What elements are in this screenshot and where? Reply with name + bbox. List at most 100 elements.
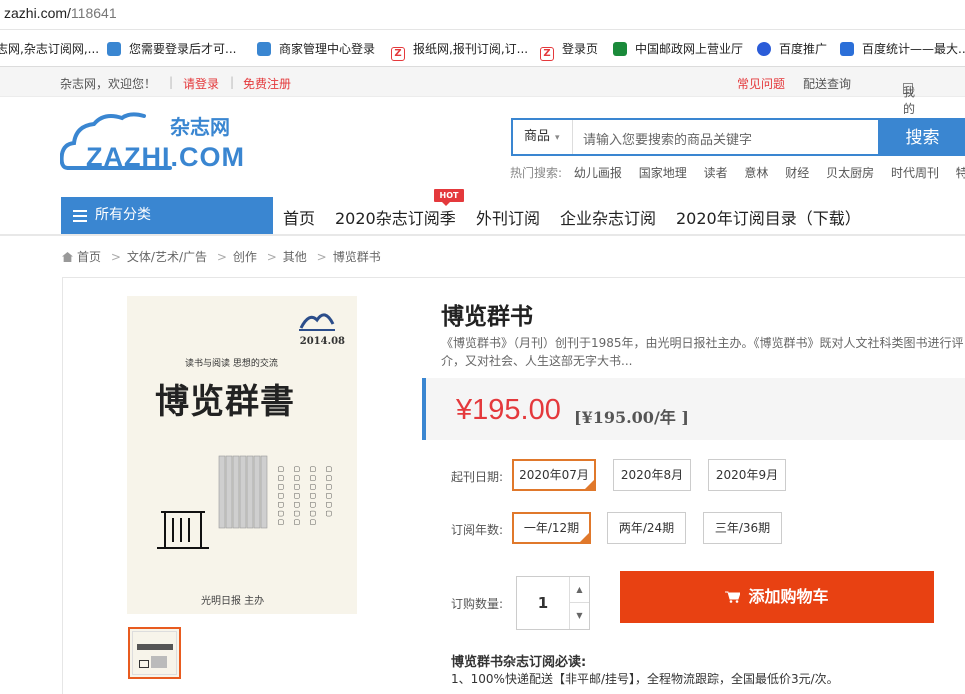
bookmark-baidu-stats[interactable]: 百度统计——最大... bbox=[840, 31, 965, 66]
quantity-stepper: 1 ▲ ▼ bbox=[516, 576, 590, 630]
z-logo-icon: Z bbox=[391, 47, 405, 61]
register-link[interactable]: 免费注册 bbox=[243, 75, 291, 92]
hot-searches: 热门搜索: 幼儿画报 国家地理 读者 意林 财经 贝太厨房 时代周刊 特别关注 bbox=[510, 164, 965, 181]
term-option-2yr[interactable]: 两年/24期 bbox=[607, 512, 686, 544]
nav-catalog-download[interactable]: 2020年订阅目录（下载） bbox=[676, 205, 861, 229]
hot-badge: HOT bbox=[434, 189, 464, 206]
cloud-logo-icon: 杂志网 ZAZHI.COM bbox=[59, 112, 245, 172]
breadcrumb-home[interactable]: 首页 bbox=[77, 250, 101, 264]
notice-item: 1、100%快递配送【非平邮/挂号】，全程物流跟踪，全国最低价3元/次。 bbox=[451, 672, 839, 686]
cover-title: 博览群書 bbox=[155, 382, 295, 422]
site-logo[interactable]: 杂志网 ZAZHI.COM bbox=[59, 110, 260, 176]
nav-foreign-magazines[interactable]: 外刊订阅 bbox=[476, 205, 540, 229]
svg-text:▢ ▢ ▢ ▢ ▢ ▢: ▢ ▢ ▢ ▢ ▢ ▢ bbox=[325, 466, 333, 517]
cover-illustration: ▢ ▢ ▢ ▢ ▢ ▢ ▢ ▢ ▢ ▢ ▢ ▢ ▢ ▢ ▢ ▢ ▢ ▢ ▢ ▢ … bbox=[157, 455, 333, 549]
url-text[interactable]: zazhi.com/118641 bbox=[4, 5, 117, 21]
bookmark-login-required[interactable]: 您需要登录后才可... bbox=[107, 31, 236, 66]
hot-keyword[interactable]: 特别关注 bbox=[956, 166, 965, 180]
top-utility-bar: 杂志网，欢迎您！ | 请登录 | 免费注册 常见问题 配送查询 我的订单 bbox=[0, 67, 965, 150]
delivery-link[interactable]: 配送查询 bbox=[803, 75, 851, 92]
bookmark-newspaper[interactable]: Z 报纸网,报刊订阅,订... bbox=[391, 31, 528, 66]
thumbnail-image bbox=[132, 631, 177, 675]
price-per-year: [¥195.00/年 ] bbox=[574, 408, 689, 427]
start-date-label: 起刊日期: bbox=[451, 470, 504, 484]
login-link[interactable]: 请登录 bbox=[183, 75, 219, 92]
chevron-right-icon: > bbox=[316, 250, 327, 264]
term-label: 订阅年数: bbox=[451, 523, 504, 537]
hot-keyword[interactable]: 读者 bbox=[704, 166, 728, 180]
baidu-paw-icon bbox=[757, 42, 771, 56]
logo-cn-text: 杂志网 bbox=[170, 115, 230, 139]
price-box: ¥195.00 [¥195.00/年 ] bbox=[422, 378, 965, 440]
hot-keyword[interactable]: 时代周刊 bbox=[891, 166, 939, 180]
separator: | bbox=[230, 75, 235, 89]
search-category-select[interactable]: 商品 ▾ bbox=[513, 120, 573, 154]
home-icon bbox=[62, 252, 73, 262]
hot-keyword[interactable]: 国家地理 bbox=[639, 166, 687, 180]
stats-icon bbox=[840, 42, 854, 56]
cloud-icon bbox=[107, 42, 121, 56]
search-input[interactable]: 请输入您要搜索的商品关键字 bbox=[583, 129, 752, 148]
hot-keyword[interactable]: 财经 bbox=[785, 166, 809, 180]
product-title: 博览群书 bbox=[441, 304, 533, 330]
notice-title: 博览群书杂志订阅必读: bbox=[451, 655, 587, 670]
product-price: ¥195.00 bbox=[456, 394, 561, 426]
welcome-text: 杂志网，欢迎您！ bbox=[60, 77, 157, 91]
hot-keyword[interactable]: 幼儿画报 bbox=[574, 166, 622, 180]
search-button[interactable]: 搜索 bbox=[878, 120, 965, 156]
breadcrumb: 首页 > 文体/艺术/广告 > 创作 > 其他 > 博览群书 bbox=[62, 248, 381, 265]
chevron-down-icon: ▾ bbox=[555, 133, 560, 143]
bookmark-china-post[interactable]: 中国邮政网上营业厅 bbox=[613, 31, 743, 66]
cover-issue-date: 2014.08 bbox=[299, 336, 345, 347]
address-bar[interactable]: zazhi.com/118641 bbox=[0, 0, 965, 30]
start-option-2020-09[interactable]: 2020年9月 bbox=[708, 459, 786, 491]
hot-search-label: 热门搜索: bbox=[510, 166, 563, 180]
svg-text:▢ ▢ ▢ ▢ ▢ ▢ ▢: ▢ ▢ ▢ ▢ ▢ ▢ ▢ bbox=[277, 466, 285, 526]
z-logo-icon: Z bbox=[540, 47, 554, 61]
chevron-right-icon: > bbox=[110, 250, 121, 264]
cover-thumbnail[interactable] bbox=[128, 627, 181, 679]
cover-logo-icon bbox=[299, 313, 335, 331]
logo-en-text: ZAZHI.COM bbox=[86, 142, 245, 172]
term-option-3yr[interactable]: 三年/36期 bbox=[703, 512, 782, 544]
separator: | bbox=[169, 75, 174, 89]
cover-slogan: 读书与阅读 思想的交流 bbox=[185, 359, 278, 369]
start-option-2020-07[interactable]: 2020年07月 bbox=[512, 459, 596, 491]
nav-enterprise-magazines[interactable]: 企业杂志订阅 bbox=[560, 205, 656, 229]
breadcrumb-other[interactable]: 其他 bbox=[283, 250, 307, 264]
all-categories-button[interactable]: 所有分类 bbox=[61, 197, 273, 234]
cloud-icon bbox=[257, 42, 271, 56]
nav-subscription-season[interactable]: 2020杂志订阅季 bbox=[335, 205, 456, 229]
post-icon bbox=[613, 42, 627, 56]
term-option-1yr[interactable]: 一年/12期 bbox=[512, 512, 591, 544]
increment-arrow-icon[interactable]: ▲ bbox=[569, 577, 589, 603]
chevron-right-icon: > bbox=[216, 250, 227, 264]
bookmark-baidu-promo[interactable]: 百度推广 bbox=[757, 31, 827, 66]
chevron-right-icon: > bbox=[266, 250, 277, 264]
product-cover-image[interactable]: 2014.08 读书与阅读 思想的交流 博览群書 ▢ ▢ ▢ ▢ ▢ ▢ ▢ ▢… bbox=[127, 296, 357, 614]
bookmark-merchant-center[interactable]: 商家管理中心登录 bbox=[257, 31, 375, 66]
menu-icon bbox=[73, 210, 87, 222]
nav-home[interactable]: 首页 bbox=[283, 205, 315, 229]
quantity-label: 订购数量: bbox=[451, 597, 504, 611]
bookmark-zazhi[interactable]: 志网,杂志订阅网,... bbox=[0, 31, 99, 66]
decrement-arrow-icon[interactable]: ▼ bbox=[569, 603, 589, 629]
hot-keyword[interactable]: 贝太厨房 bbox=[826, 166, 874, 180]
bookmarks-bar: 志网,杂志订阅网,... 您需要登录后才可... 商家管理中心登录 Z 报纸网,报… bbox=[0, 31, 965, 67]
hot-keyword[interactable]: 意林 bbox=[744, 166, 768, 180]
add-to-cart-button[interactable]: 添加购物车 bbox=[620, 571, 934, 623]
product-description: 《博览群书》（月刊）创刊于1985年，由光明日报社主办。《博览群书》既对人文社科… bbox=[441, 336, 964, 368]
quantity-input[interactable]: 1 bbox=[517, 577, 569, 629]
svg-text:▢ ▢ ▢ ▢ ▢ ▢ ▢: ▢ ▢ ▢ ▢ ▢ ▢ ▢ bbox=[309, 466, 317, 526]
svg-text:▢ ▢ ▢ ▢ ▢ ▢ ▢: ▢ ▢ ▢ ▢ ▢ ▢ ▢ bbox=[293, 466, 301, 526]
cover-publisher: 光明日报 主办 bbox=[201, 596, 265, 607]
search-box: 商品 ▾ 请输入您要搜索的商品关键字 搜索 bbox=[511, 118, 965, 156]
nav-divider bbox=[0, 234, 965, 236]
breadcrumb-category[interactable]: 文体/艺术/广告 bbox=[127, 250, 207, 264]
cart-icon bbox=[725, 591, 741, 603]
bookmark-login-page[interactable]: Z 登录页 bbox=[540, 31, 598, 66]
breadcrumb-subcategory[interactable]: 创作 bbox=[233, 250, 257, 264]
breadcrumb-current: 博览群书 bbox=[332, 250, 381, 264]
faq-link[interactable]: 常见问题 bbox=[737, 75, 785, 92]
start-option-2020-08[interactable]: 2020年8月 bbox=[613, 459, 691, 491]
